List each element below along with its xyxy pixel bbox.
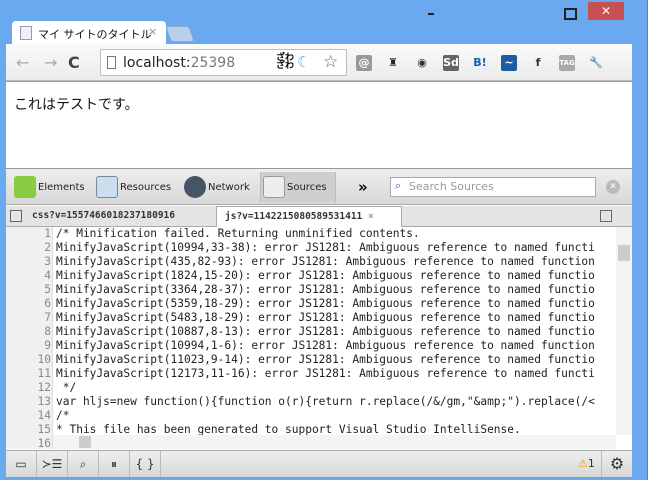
url-host: localhost: — [123, 55, 191, 71]
jquery-icon[interactable]: ☾ — [297, 53, 310, 71]
page-content: これはテストです。 — [6, 82, 632, 168]
code-line: /* Minification failed. Returning unmini… — [56, 227, 420, 240]
camera-icon[interactable]: ◉ — [414, 55, 430, 71]
wrench-icon[interactable]: 🔧 — [588, 55, 604, 71]
vertical-scroll-thumb[interactable] — [618, 245, 630, 261]
line-number: 15 — [37, 423, 51, 436]
line-number: 12 — [37, 381, 51, 394]
reload-button[interactable]: C — [68, 53, 80, 72]
toggle-navigator-icon[interactable] — [10, 210, 22, 222]
back-button[interactable]: ← — [16, 53, 29, 72]
file-tab-js[interactable]: js?v=1142215080589531411 × — [216, 206, 402, 227]
line-number: 4 — [44, 269, 51, 282]
code-line: MinifyJavaScript(5359,18-29): error JS12… — [56, 297, 595, 310]
new-tab-button[interactable] — [165, 26, 195, 42]
sources-icon — [263, 176, 285, 198]
tab-elements[interactable]: Elements — [12, 172, 92, 202]
code-line: /* — [56, 409, 70, 422]
elements-icon — [14, 176, 36, 198]
horizontal-scroll-thumb[interactable] — [79, 436, 91, 448]
dock-button[interactable]: ▭ — [6, 451, 37, 477]
browser-tab[interactable]: マイ サイトのタイトル × — [12, 21, 166, 45]
tab-resources[interactable]: Resources — [94, 172, 178, 202]
file-tabs: css?v=1557466018237180916 js?v=114221508… — [6, 206, 632, 227]
search-sources-input[interactable]: ⌕ Search Sources — [390, 177, 596, 197]
code-line: MinifyJavaScript(5483,18-29): error JS12… — [56, 311, 595, 324]
code-line: MinifyJavaScript(1824,15-20): error JS12… — [56, 269, 595, 282]
browser-toolbar: ← → C localhost:25398 ざわ ざわ ☾ ☆ @ ♜ ◉ Sd B! ~ f… — [6, 44, 632, 81]
console-button[interactable]: ≻☰ — [37, 451, 68, 477]
code-line: MinifyJavaScript(11023,9-14): error JS12… — [56, 353, 595, 366]
code-line: var hljs=new function(){function o(r){re… — [56, 395, 595, 408]
pause-exceptions-button[interactable]: ⏸ — [99, 451, 130, 477]
warnings-counter[interactable]: ⚠1 — [578, 457, 595, 470]
code-line: MinifyJavaScript(10994,1-6): error JS128… — [56, 339, 595, 352]
line-number: 2 — [44, 241, 51, 254]
search-button[interactable]: ⌕ — [68, 451, 99, 477]
search-placeholder: Search Sources — [409, 180, 494, 193]
line-number: 1 — [44, 227, 51, 240]
bookmark-star-icon[interactable]: ☆ — [323, 52, 338, 72]
line-number: 9 — [44, 339, 51, 352]
devtools-status-bar: ▭ ≻☰ ⌕ ⏸ { } ⚠1 ⚙ — [6, 450, 632, 477]
code-editor[interactable]: 1 /* Minification failed. Returning unmin… — [6, 227, 616, 449]
facebook-icon[interactable]: f — [530, 55, 546, 71]
line-number: 7 — [44, 311, 51, 324]
sd-icon[interactable]: Sd — [443, 55, 459, 71]
line-number: 16 — [37, 437, 51, 449]
file-tab-css[interactable]: css?v=1557466018237180916 — [24, 206, 183, 227]
tab-network[interactable]: Network — [182, 172, 258, 202]
tab-sources[interactable]: Sources — [260, 172, 336, 202]
devtools-panel: Elements Resources Network Sources » ⌕ S… — [6, 168, 632, 477]
lamp-icon[interactable]: ♜ — [385, 55, 401, 71]
minimize-button[interactable] — [424, 8, 438, 18]
file-tab-close-icon[interactable]: × — [368, 211, 374, 222]
code-line: */ — [56, 381, 77, 394]
code-line: MinifyJavaScript(10887,8-13): error JS12… — [56, 325, 595, 338]
close-window-button[interactable]: ✕ — [588, 2, 624, 20]
horizontal-scrollbar[interactable] — [53, 435, 616, 449]
settings-gear-icon[interactable]: ⚙ — [601, 451, 632, 477]
line-number: 6 — [44, 297, 51, 310]
code-line: MinifyJavaScript(10994,33-38): error JS1… — [56, 241, 595, 254]
page-icon — [20, 26, 32, 40]
mail-icon[interactable]: @ — [356, 55, 372, 71]
hatena-bookmark-icon[interactable]: B! — [472, 55, 488, 71]
code-line: MinifyJavaScript(435,82-93): error JS128… — [56, 255, 595, 268]
chart-icon[interactable]: ~ — [501, 55, 517, 71]
search-icon: ⌕ — [395, 179, 402, 192]
maximize-button[interactable] — [562, 6, 577, 20]
close-devtools-button[interactable]: ✕ — [606, 180, 620, 194]
devtools-toolbar: Elements Resources Network Sources » ⌕ S… — [6, 169, 632, 205]
forward-button[interactable]: → — [44, 53, 57, 72]
tab-title: マイ サイトのタイトル — [38, 28, 152, 41]
browser-window: ✕ マイ サイトのタイトル × ← → C localhost:25398 ざわ… — [0, 0, 648, 480]
page-icon — [107, 56, 116, 69]
warning-icon: ⚠ — [578, 457, 588, 470]
line-number: 5 — [44, 283, 51, 296]
resources-icon — [96, 176, 118, 198]
toggle-debugger-icon[interactable] — [600, 210, 612, 222]
tab-close-icon[interactable]: × — [148, 25, 157, 38]
more-tabs-button[interactable]: » — [358, 178, 368, 196]
line-number: 13 — [37, 395, 51, 408]
url-port: 25398 — [190, 55, 236, 71]
page-text: これはテストです。 — [14, 97, 139, 113]
translate-icon[interactable]: ざわ ざわ — [276, 54, 294, 71]
line-number: 11 — [37, 367, 51, 380]
code-line: MinifyJavaScript(12173,11-16): error JS1… — [56, 367, 595, 380]
line-number: 3 — [44, 255, 51, 268]
line-number: 8 — [44, 325, 51, 338]
tag-icon[interactable]: TAG — [559, 55, 575, 71]
line-number: 10 — [37, 353, 51, 366]
line-number: 14 — [37, 409, 51, 422]
address-bar[interactable]: localhost:25398 ざわ ざわ ☾ ☆ — [100, 49, 347, 76]
network-icon — [184, 176, 206, 198]
pretty-print-button[interactable]: { } — [130, 451, 161, 477]
code-line: MinifyJavaScript(3364,28-37): error JS12… — [56, 283, 595, 296]
